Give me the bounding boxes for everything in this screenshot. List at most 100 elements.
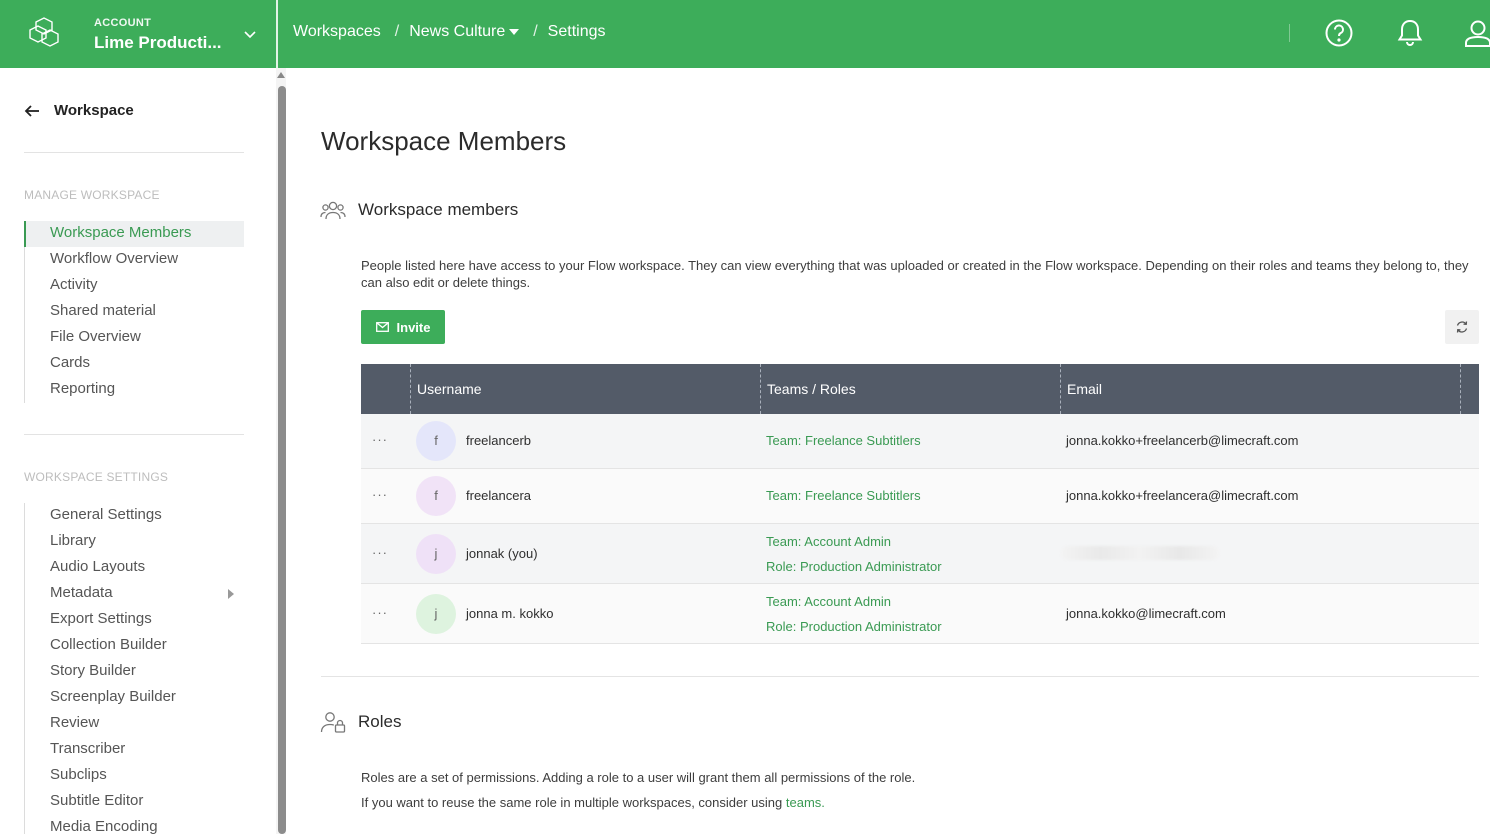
sidebar-item-collection-builder[interactable]: Collection Builder: [25, 633, 244, 659]
manage-workspace-menu: Workspace Members Workflow Overview Acti…: [24, 221, 244, 403]
mail-icon: [375, 322, 389, 332]
sidebar-item-library[interactable]: Library: [25, 529, 244, 555]
workspace-settings-menu: General Settings Library Audio Layouts M…: [24, 503, 244, 834]
sidebar: Workspace MANAGE WORKSPACE Workspace Mem…: [0, 68, 276, 834]
account-name: Lime Producti...: [94, 33, 222, 52]
role-link[interactable]: Role: Production Administrator: [766, 619, 942, 634]
sidebar-item-shared-material[interactable]: Shared material: [25, 299, 244, 325]
table-row[interactable]: ··· j jonna m. kokko Team: Account Admin…: [361, 584, 1479, 644]
sidebar-item-workflow-overview[interactable]: Workflow Overview: [25, 247, 244, 273]
redacted-email: [1061, 546, 1219, 560]
column-header-teams-roles[interactable]: Teams / Roles: [760, 364, 1060, 414]
sidebar-item-workspace-members[interactable]: Workspace Members: [24, 221, 244, 247]
column-header-spacer: [1460, 364, 1479, 414]
sidebar-item-metadata[interactable]: Metadata: [25, 581, 244, 607]
sidebar-item-story-builder[interactable]: Story Builder: [25, 659, 244, 685]
refresh-button[interactable]: [1445, 310, 1479, 344]
email: jonna.kokko+freelancerb@limecraft.com: [1066, 433, 1299, 448]
team-link[interactable]: Team: Account Admin: [766, 534, 891, 549]
members-table: Username Teams / Roles Email ··· f freel…: [361, 364, 1479, 644]
email: jonna.kokko@limecraft.com: [1066, 606, 1226, 621]
sidebar-item-screenplay-builder[interactable]: Screenplay Builder: [25, 685, 244, 711]
user-icon[interactable]: [1462, 17, 1490, 49]
row-actions-menu[interactable]: ···: [372, 432, 388, 447]
roles-description-2: If you want to reuse the same role in mu…: [361, 794, 1486, 811]
sidebar-item-transcriber[interactable]: Transcriber: [25, 737, 244, 763]
avatar: j: [416, 594, 456, 634]
breadcrumb: Workspaces / News Culture / Settings: [293, 23, 605, 41]
section-title-settings: WORKSPACE SETTINGS: [24, 470, 169, 484]
scroll-up-arrow-icon[interactable]: [277, 72, 285, 78]
account-switcher[interactable]: ACCOUNT Lime Producti...: [0, 0, 276, 68]
sidebar-item-subtitle-editor[interactable]: Subtitle Editor: [25, 789, 244, 815]
members-heading-label: Workspace members: [358, 200, 519, 219]
chevron-down-icon[interactable]: [242, 26, 258, 42]
row-actions-menu[interactable]: ···: [372, 545, 388, 560]
column-header-email[interactable]: Email: [1060, 364, 1460, 414]
sidebar-item-file-overview[interactable]: File Overview: [25, 325, 244, 351]
breadcrumb-workspaces[interactable]: Workspaces: [293, 23, 381, 41]
app-logo-icon: [29, 17, 59, 47]
table-row[interactable]: ··· j jonnak (you) Team: Account Admin R…: [361, 524, 1479, 584]
sidebar-item-metadata-label: Metadata: [50, 584, 113, 601]
team-link[interactable]: Team: Account Admin: [766, 594, 891, 609]
username: freelancera: [466, 488, 532, 503]
help-icon[interactable]: [1324, 17, 1354, 49]
table-row[interactable]: ··· f freelancera Team: Freelance Subtit…: [361, 469, 1479, 524]
back-label: Workspace: [54, 102, 134, 119]
sidebar-item-export-settings[interactable]: Export Settings: [25, 607, 244, 633]
invite-button[interactable]: Invite: [361, 310, 445, 344]
members-description: People listed here have access to your F…: [361, 258, 1469, 290]
roles-description-2-text: If you want to reuse the same role in mu…: [361, 795, 783, 810]
members-heading: Workspace members: [320, 198, 518, 222]
username: freelancerb: [466, 433, 532, 448]
email: jonna.kokko+freelancera@limecraft.com: [1066, 488, 1299, 503]
sidebar-item-reporting[interactable]: Reporting: [25, 377, 244, 403]
sidebar-item-cards[interactable]: Cards: [25, 351, 244, 377]
section-divider: [321, 676, 1479, 677]
sidebar-divider: [24, 434, 244, 435]
users-icon: [320, 201, 346, 220]
sidebar-scrollbar-thumb[interactable]: [278, 86, 286, 834]
breadcrumb-separator: /: [394, 23, 400, 40]
avatar: j: [416, 534, 456, 574]
row-actions-menu[interactable]: ···: [372, 605, 388, 620]
sidebar-item-media-encoding[interactable]: Media Encoding: [25, 815, 244, 834]
breadcrumb-workspace-dropdown[interactable]: News Culture: [409, 23, 520, 41]
table-row[interactable]: ··· f freelancerb Team: Freelance Subtit…: [361, 414, 1479, 469]
breadcrumb-settings: Settings: [547, 23, 606, 40]
sidebar-divider: [24, 152, 244, 153]
avatar: f: [416, 421, 456, 461]
section-title-manage: MANAGE WORKSPACE: [24, 188, 160, 202]
sidebar-item-review[interactable]: Review: [25, 711, 244, 737]
caret-right-icon: [228, 589, 234, 599]
breadcrumb-separator: /: [533, 23, 538, 40]
teams-link[interactable]: teams.: [786, 795, 825, 810]
invite-label: Invite: [396, 319, 431, 335]
caret-down-icon: [509, 28, 520, 35]
roles-heading: Roles: [320, 710, 401, 734]
sidebar-item-subclips[interactable]: Subclips: [25, 763, 244, 789]
header-divider: [1289, 24, 1290, 42]
column-header-username[interactable]: Username: [410, 364, 760, 414]
username: jonna m. kokko: [466, 606, 554, 621]
sidebar-item-audio-layouts[interactable]: Audio Layouts: [25, 555, 244, 581]
role-link[interactable]: Role: Production Administrator: [766, 559, 942, 574]
username: jonnak (you): [466, 546, 538, 561]
account-label: ACCOUNT: [94, 17, 152, 29]
avatar: f: [416, 476, 456, 516]
sidebar-item-activity[interactable]: Activity: [25, 273, 244, 299]
arrow-left-icon: [24, 104, 39, 117]
team-link[interactable]: Team: Freelance Subtitlers: [766, 488, 921, 503]
refresh-icon: [1456, 321, 1468, 333]
team-link[interactable]: Team: Freelance Subtitlers: [766, 433, 921, 448]
header-divider: [276, 0, 278, 68]
table-header: Username Teams / Roles Email: [361, 364, 1479, 414]
roles-heading-label: Roles: [358, 712, 402, 731]
back-to-workspace[interactable]: Workspace: [24, 102, 134, 119]
bell-icon[interactable]: [1395, 17, 1425, 49]
top-bar: ACCOUNT Lime Producti... Workspaces / Ne…: [0, 0, 1490, 68]
row-actions-menu[interactable]: ···: [372, 487, 388, 502]
sidebar-item-general-settings[interactable]: General Settings: [25, 503, 244, 529]
user-lock-icon: [320, 712, 346, 733]
